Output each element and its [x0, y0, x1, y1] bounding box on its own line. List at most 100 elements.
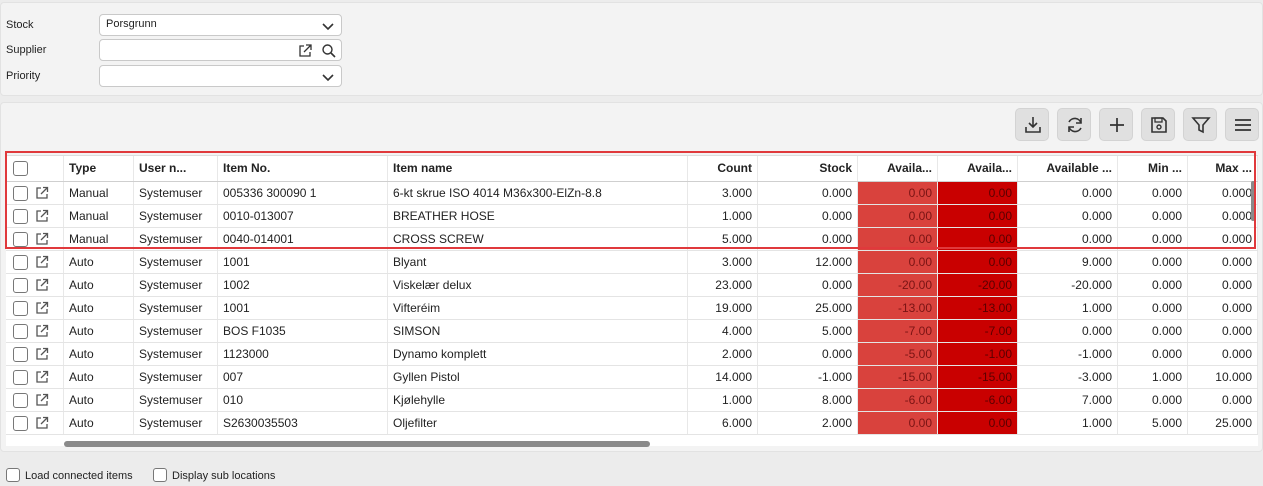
display-sub-checkbox[interactable]	[153, 468, 167, 482]
row-checkbox[interactable]	[13, 416, 28, 431]
open-external-icon[interactable]	[35, 393, 49, 407]
refresh-icon	[1068, 117, 1082, 133]
cell-item-name: Gyllen Pistol	[388, 366, 688, 388]
cell-available: 1.000	[1018, 297, 1118, 319]
open-external-icon[interactable]	[35, 209, 49, 223]
col-header-available-2[interactable]: Availa...	[938, 156, 1018, 181]
open-external-icon[interactable]	[35, 278, 49, 292]
cell-count: 3.000	[688, 182, 758, 204]
col-header-max[interactable]: Max ...	[1188, 156, 1258, 181]
add-button[interactable]	[1099, 108, 1133, 141]
col-header-min[interactable]: Min ...	[1118, 156, 1188, 181]
stock-label: Stock	[6, 19, 34, 31]
table-row[interactable]: Manual Systemuser 005336 300090 1 6-kt skru…	[6, 182, 1258, 205]
table-row[interactable]: Auto Systemuser 1001 Vifteréim 19.000 25.000-…	[6, 297, 1258, 320]
cell-available: -1.000	[1018, 343, 1118, 365]
row-checkbox[interactable]	[13, 232, 28, 247]
open-external-icon[interactable]	[35, 324, 49, 338]
cell-count: 3.000	[688, 251, 758, 273]
priority-select[interactable]	[99, 65, 342, 87]
table-row[interactable]: Auto Systemuser 1001 Blyant 3.000 12.000 0.00 0…	[6, 251, 1258, 274]
supplier-field[interactable]	[99, 39, 342, 61]
table-row[interactable]: Auto Systemuser 1002 Viskelær delux 23.000 0.…	[6, 274, 1258, 297]
table-row[interactable]: Auto Systemuser 007 Gyllen Pistol 14.000 -1.0…	[6, 366, 1258, 389]
open-external-icon[interactable]	[35, 255, 49, 269]
row-checkbox[interactable]	[13, 278, 28, 293]
cell-min: 0.000	[1118, 389, 1188, 411]
open-external-icon[interactable]	[35, 232, 49, 246]
search-icon[interactable]	[321, 43, 337, 59]
cell-item-name: SIMSON	[388, 320, 688, 342]
row-checkbox[interactable]	[13, 209, 28, 224]
table-row[interactable]: Manual Systemuser 0010-013007 BREATHER HOSE…	[6, 205, 1258, 228]
table-row[interactable]: Auto Systemuser 010 Kjølehylle 1.000 8.000 -6.…	[6, 389, 1258, 412]
col-header-item-no[interactable]: Item No.	[218, 156, 388, 181]
cell-stock: 2.000	[758, 412, 858, 434]
row-checkbox[interactable]	[13, 255, 28, 270]
vertical-scrollbar[interactable]	[1251, 181, 1255, 221]
load-connected-checkbox[interactable]	[6, 468, 20, 482]
cell-user: Systemuser	[134, 297, 218, 319]
cell-available: 0.000	[1018, 205, 1118, 227]
save-button[interactable]	[1141, 108, 1175, 141]
open-external-icon[interactable]	[35, 347, 49, 361]
menu-button[interactable]	[1225, 108, 1259, 141]
cell-avail2: -13.00	[938, 297, 1018, 319]
cell-item-name: Kjølehylle	[388, 389, 688, 411]
select-all-checkbox[interactable]	[13, 161, 28, 176]
col-header-user[interactable]: User n...	[134, 156, 218, 181]
col-header-item-name[interactable]: Item name	[388, 156, 688, 181]
cell-avail1: -15.00	[858, 366, 938, 388]
cell-item-name: 6-kt skrue ISO 4014 M36x300-ElZn-8.8	[388, 182, 688, 204]
row-checkbox[interactable]	[13, 370, 28, 385]
row-checkbox[interactable]	[13, 347, 28, 362]
cell-count: 23.000	[688, 274, 758, 296]
table-row[interactable]: Auto Systemuser S2630035503 Oljefilter 6.000…	[6, 412, 1258, 435]
row-checkbox[interactable]	[13, 324, 28, 339]
cell-avail2: -6.00	[938, 389, 1018, 411]
col-header-available[interactable]: Available ...	[1018, 156, 1118, 181]
plus-icon	[1110, 118, 1124, 132]
open-external-icon[interactable]	[297, 43, 313, 59]
menu-icon	[1235, 119, 1251, 131]
cell-max: 0.000	[1188, 320, 1258, 342]
table-row[interactable]: Manual Systemuser 0040-014001 CROSS SCREW 5.…	[6, 228, 1258, 251]
cell-count: 19.000	[688, 297, 758, 319]
col-header-type[interactable]: Type	[64, 156, 134, 181]
row-checkbox[interactable]	[13, 301, 28, 316]
cell-item-no: 0040-014001	[218, 228, 388, 250]
row-select-cell	[6, 205, 64, 227]
cell-available: 9.000	[1018, 251, 1118, 273]
export-button[interactable]	[1015, 108, 1049, 141]
refresh-button[interactable]	[1057, 108, 1091, 141]
table-row[interactable]: Auto Systemuser 1123000 Dynamo komplett 2.00…	[6, 343, 1258, 366]
open-external-icon[interactable]	[35, 370, 49, 384]
bottom-options: Load connected items Display sub locatio…	[0, 466, 1263, 486]
row-select-cell	[6, 274, 64, 296]
col-header-count[interactable]: Count	[688, 156, 758, 181]
cell-user: Systemuser	[134, 343, 218, 365]
cell-available: -20.000	[1018, 274, 1118, 296]
table-row[interactable]: Auto Systemuser BOS F1035 SIMSON 4.000 5.000-…	[6, 320, 1258, 343]
cell-type: Auto	[64, 389, 134, 411]
filter-button[interactable]	[1183, 108, 1217, 141]
col-header-available-1[interactable]: Availa...	[858, 156, 938, 181]
cell-item-name: Blyant	[388, 251, 688, 273]
stock-select[interactable]: Porsgrunn	[99, 14, 342, 36]
stock-value: Porsgrunn	[106, 18, 157, 30]
cell-user: Systemuser	[134, 389, 218, 411]
col-header-stock[interactable]: Stock	[758, 156, 858, 181]
cell-item-no: 1001	[218, 251, 388, 273]
row-checkbox[interactable]	[13, 186, 28, 201]
open-external-icon[interactable]	[35, 416, 49, 430]
cell-min: 0.000	[1118, 251, 1188, 273]
cell-item-no: 010	[218, 389, 388, 411]
row-checkbox[interactable]	[13, 393, 28, 408]
horizontal-scrollbar[interactable]	[64, 441, 650, 447]
cell-item-no: 005336 300090 1	[218, 182, 388, 204]
cell-avail1: -13.00	[858, 297, 938, 319]
row-select-cell	[6, 228, 64, 250]
open-external-icon[interactable]	[35, 186, 49, 200]
save-icon	[1151, 117, 1167, 133]
open-external-icon[interactable]	[35, 301, 49, 315]
